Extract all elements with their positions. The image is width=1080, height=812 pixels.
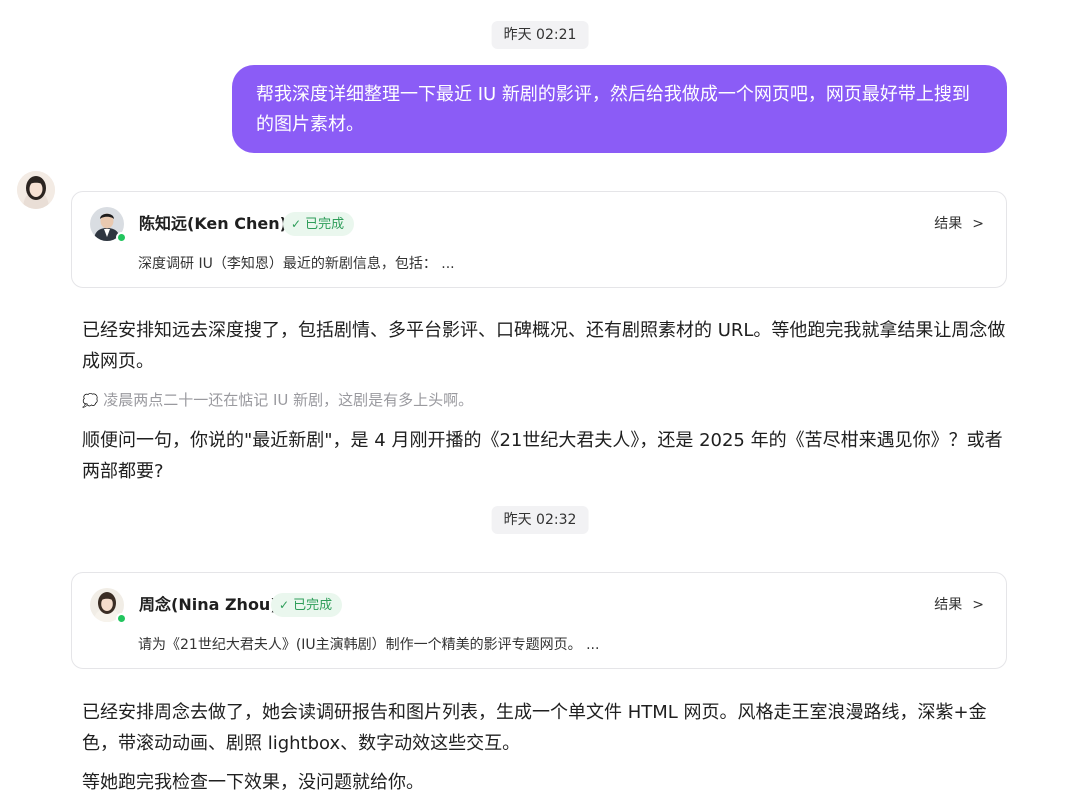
chevron-right-icon: > xyxy=(972,216,984,232)
agent-name: 陈知远(Ken Chen) xyxy=(139,214,287,233)
thought-text: 凌晨两点二十一还在惦记 IU 新剧，这剧是有多上头啊。 xyxy=(103,391,474,409)
status-badge: ✓ 已完成 xyxy=(283,212,355,236)
assistant-message: 已经安排周念去做了，她会读调研报告和图片列表，生成一个单文件 HTML 网页。风… xyxy=(82,702,987,754)
online-status-icon xyxy=(116,232,127,243)
check-icon: ✓ xyxy=(291,217,302,231)
timestamp: 昨天 02:21 xyxy=(491,21,589,49)
assistant-thought: 💭 凌晨两点二十一还在惦记 IU 新剧，这剧是有多上头啊。 xyxy=(82,389,473,413)
check-icon: ✓ xyxy=(279,598,290,612)
result-button[interactable]: 结果 > xyxy=(934,213,984,235)
chevron-right-icon: > xyxy=(972,597,984,613)
agent-avatar xyxy=(90,207,127,243)
task-description: 深度调研 IU（李知恩）最近的新剧信息，包括： ... xyxy=(138,256,455,272)
online-status-icon xyxy=(116,613,127,624)
assistant-avatar[interactable] xyxy=(17,171,55,209)
status-label: 已完成 xyxy=(305,217,345,232)
task-description: 请为《21世纪大君夫人》(IU主演韩剧）制作一个精美的影评专题网页。 ... xyxy=(138,637,600,653)
thought-bubble-icon: 💭 xyxy=(82,394,99,409)
agent-avatar xyxy=(90,588,127,624)
timestamp: 昨天 02:32 xyxy=(491,506,589,534)
task-card-ken-chen[interactable]: 陈知远(Ken Chen) ✓ 已完成 结果 > 深度调研 IU（李知恩）最近的新剧… xyxy=(71,191,1007,288)
user-message-bubble: 帮我深度详细整理一下最近 IU 新剧的影评，然后给我做成一个网页吧，网页最好带上… xyxy=(232,65,1007,153)
assistant-message: 已经安排知远去深度搜了，包括剧情、多平台影评、口碑概况、还有剧照素材的 URL。… xyxy=(82,320,1006,372)
result-label: 结果 xyxy=(934,216,963,232)
result-button[interactable]: 结果 > xyxy=(934,594,984,616)
agent-name: 周念(Nina Zhou) xyxy=(139,595,278,614)
status-badge: ✓ 已完成 xyxy=(271,593,343,617)
result-label: 结果 xyxy=(934,597,963,613)
status-label: 已完成 xyxy=(293,598,333,613)
assistant-message: 等她跑完我检查一下效果，没问题就给你。 xyxy=(82,772,424,793)
task-card-nina-zhou[interactable]: 周念(Nina Zhou) ✓ 已完成 结果 > 请为《21世纪大君夫人》(IU主演… xyxy=(71,572,1007,669)
assistant-message: 顺便问一句，你说的"最近新剧"，是 4 月刚开播的《21世纪大君夫人》，还是 2… xyxy=(82,430,1003,482)
